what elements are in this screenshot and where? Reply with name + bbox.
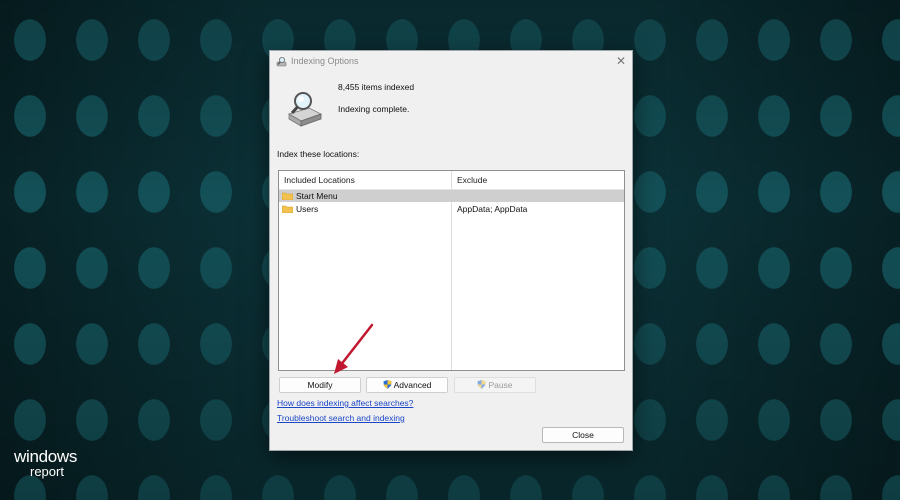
column-header-exclude[interactable]: Exclude (452, 171, 624, 189)
items-indexed-count: 8,455 items indexed (338, 82, 415, 92)
indexing-status: Indexing complete. (338, 104, 410, 114)
help-link[interactable]: How does indexing affect searches? (277, 398, 413, 408)
windows-report-logo: windows report (14, 448, 77, 478)
close-button-label: Close (572, 430, 594, 440)
logo-line2: report (30, 464, 64, 479)
location-name: Users (296, 204, 319, 214)
modify-button[interactable]: Modify (279, 377, 361, 393)
logo-line1: windows (14, 447, 78, 466)
location-row-start-menu[interactable]: Start Menu (279, 190, 624, 202)
modify-button-label: Modify (307, 380, 333, 390)
pause-button[interactable]: Pause (454, 377, 536, 393)
folder-icon (282, 192, 293, 200)
location-row-users[interactable]: Users AppData; AppData (279, 203, 624, 215)
troubleshoot-link[interactable]: Troubleshoot search and indexing (277, 413, 405, 423)
column-header-included[interactable]: Included Locations (279, 171, 451, 189)
close-button[interactable]: Close (542, 427, 624, 443)
folder-icon (282, 205, 293, 213)
location-exclude: AppData; AppData (457, 204, 528, 214)
title-bar: Indexing Options ✕ (270, 51, 632, 73)
red-arrow-annotation (334, 323, 374, 374)
advanced-button[interactable]: Advanced (366, 377, 448, 393)
locations-label: Index these locations: (277, 149, 360, 159)
pause-button-label: Pause (488, 380, 513, 390)
indexing-options-window: Indexing Options ✕ 8,455 items indexed I… (269, 50, 633, 451)
close-icon[interactable]: ✕ (616, 54, 626, 68)
window-title: Indexing Options (291, 56, 359, 66)
advanced-button-label: Advanced (393, 380, 432, 390)
indexing-magnifier-icon (288, 92, 323, 127)
indexing-options-icon (276, 57, 287, 67)
uac-shield-icon (477, 380, 486, 389)
uac-shield-icon (383, 380, 392, 389)
location-name: Start Menu (296, 191, 338, 201)
